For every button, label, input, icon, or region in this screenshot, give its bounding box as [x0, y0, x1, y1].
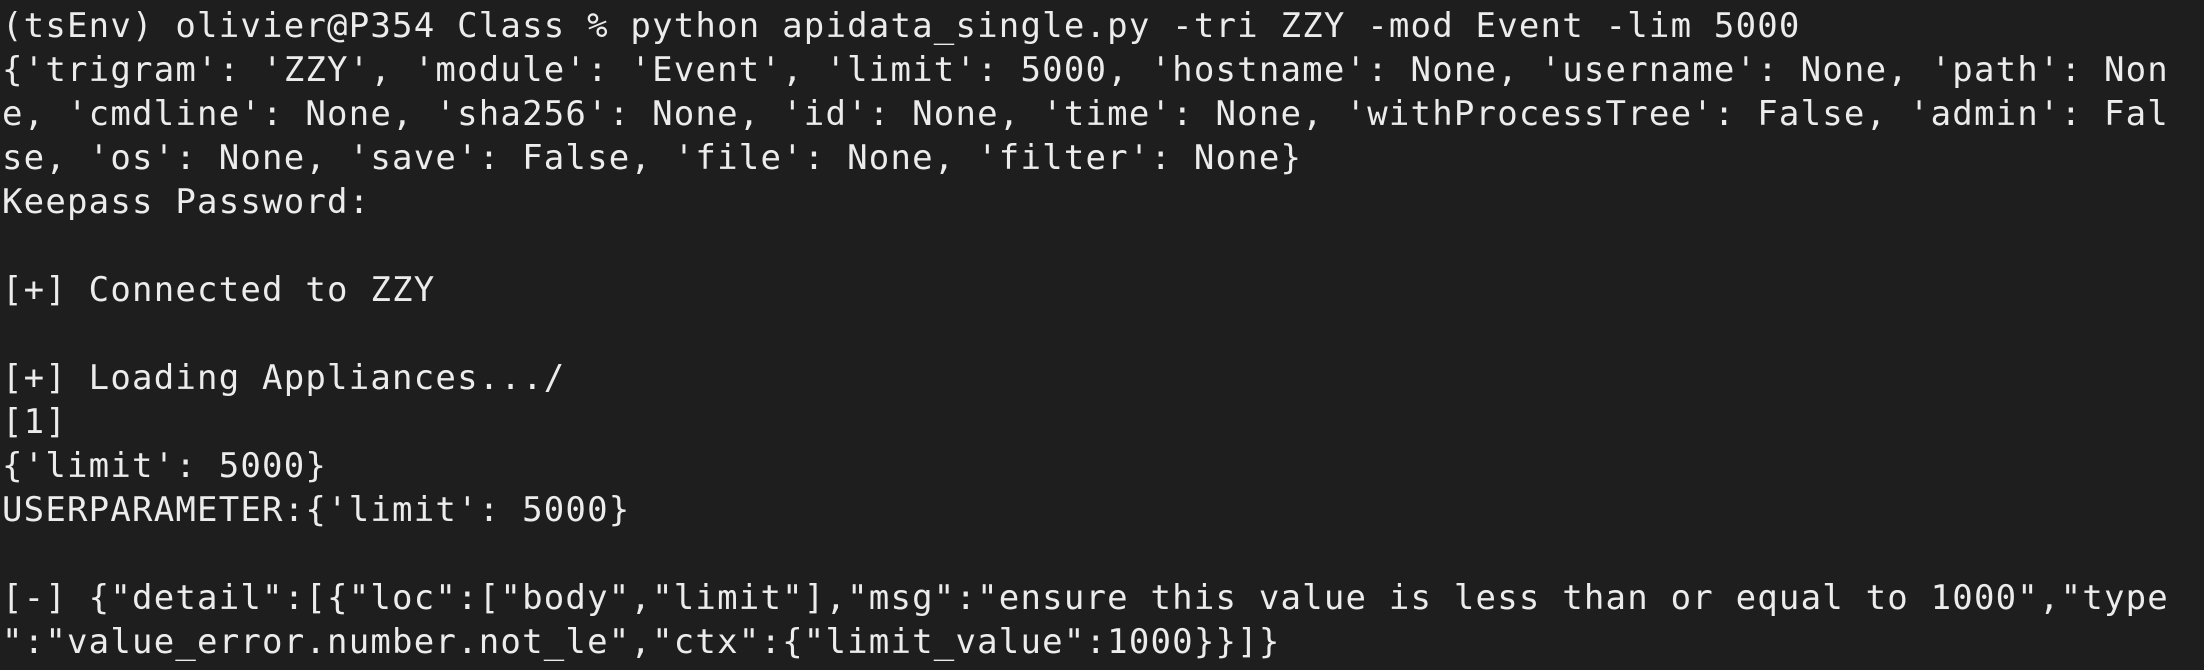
args-dict-line-3: se, 'os': None, 'save': False, 'file': N…: [2, 138, 1303, 178]
command-line: (tsEnv) olivier@P354 Class % python apid…: [2, 6, 1801, 46]
args-dict-line-1: {'trigram': 'ZZY', 'module': 'Event', 'l…: [2, 50, 2169, 90]
userparameter-output: USERPARAMETER:{'limit': 5000}: [2, 490, 631, 530]
error-line-1: [-] {"detail":[{"loc":["body","limit"],"…: [2, 578, 2169, 618]
connected-message: [+] Connected to ZZY: [2, 270, 436, 310]
password-prompt: Keepass Password:: [2, 182, 371, 222]
args-dict-line-2: e, 'cmdline': None, 'sha256': None, 'id'…: [2, 94, 2169, 134]
list-output: [1]: [2, 402, 68, 442]
error-line-2: ":"value_error.number.not_le","ctx":{"li…: [2, 622, 1281, 662]
terminal-window[interactable]: (tsEnv) olivier@P354 Class % python apid…: [0, 0, 2204, 670]
loading-message: [+] Loading Appliances.../: [2, 358, 566, 398]
limit-dict-output: {'limit': 5000}: [2, 446, 328, 486]
